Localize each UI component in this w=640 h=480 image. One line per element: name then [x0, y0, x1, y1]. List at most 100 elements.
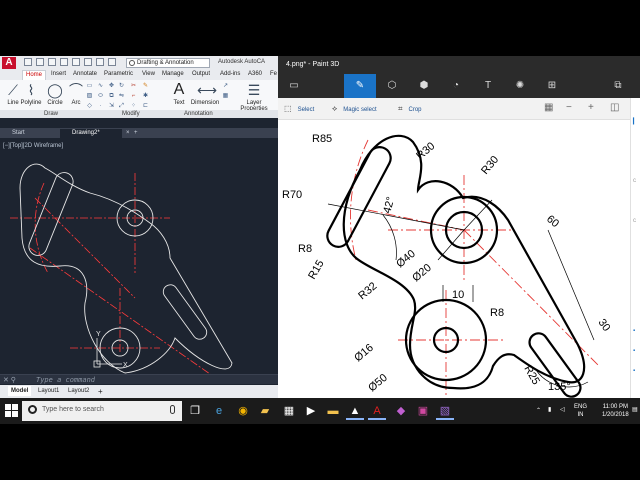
volume-icon[interactable]: ◁: [560, 406, 565, 413]
tab-addins[interactable]: Add-ins: [220, 71, 240, 77]
text-tool-icon[interactable]: T: [472, 74, 504, 98]
grid-icon[interactable]: ▦: [544, 102, 553, 113]
command-input[interactable]: Type a command: [36, 376, 95, 384]
share-icon[interactable]: [108, 58, 116, 66]
file-explorer-icon[interactable]: ▰: [256, 402, 274, 420]
array-icon[interactable]: ⁘: [130, 103, 137, 110]
point-icon[interactable]: ·: [97, 103, 104, 110]
tab-home[interactable]: Home: [22, 70, 47, 80]
tab-view[interactable]: View: [142, 71, 155, 77]
microphone-icon[interactable]: [170, 405, 175, 414]
drawing-tab[interactable]: Drawing2*: [60, 129, 122, 138]
fit-icon[interactable]: ◫: [610, 102, 619, 113]
clock[interactable]: 11:00 PM 1/20/2018: [602, 403, 629, 419]
table-icon[interactable]: ▦: [222, 93, 229, 100]
redo-icon[interactable]: [96, 58, 104, 66]
app-icon[interactable]: ▣: [414, 402, 432, 420]
paint3d-side-panel[interactable]: ▎ c c ▪ ▪ ▪: [630, 98, 640, 398]
mirror-icon[interactable]: ⇋: [118, 93, 125, 100]
select-button[interactable]: ⬚ Select: [284, 104, 314, 113]
tab-parametric[interactable]: Parametric: [104, 71, 133, 77]
tab-a360[interactable]: A360: [248, 71, 262, 77]
autocad-taskbar-icon[interactable]: A: [368, 402, 386, 420]
2d-shapes-icon[interactable]: ⬡: [376, 74, 408, 98]
autocad-drawing-area[interactable]: Y X: [0, 138, 278, 374]
canvas-icon[interactable]: ⊞: [536, 74, 568, 98]
tab-output[interactable]: Output: [192, 71, 210, 77]
rotate-icon[interactable]: ↻: [118, 83, 125, 90]
rectangle-icon[interactable]: ▭: [86, 83, 93, 90]
save-icon[interactable]: [48, 58, 56, 66]
edge-icon[interactable]: e: [210, 402, 228, 420]
plot-icon[interactable]: [72, 58, 80, 66]
leader-icon[interactable]: ↗: [222, 83, 229, 90]
stretch-icon[interactable]: ⇲: [108, 103, 115, 110]
zoom-in-icon[interactable]: +: [588, 102, 594, 113]
layout1-tab[interactable]: Layout1: [38, 388, 59, 394]
fillet-icon[interactable]: ⌐: [130, 93, 137, 100]
copy-icon[interactable]: ⧉: [108, 93, 115, 100]
effects-icon[interactable]: ✺: [504, 74, 536, 98]
ellipse-icon[interactable]: ⬭: [97, 93, 104, 100]
side-item[interactable]: ▪: [633, 328, 635, 334]
tab-featured[interactable]: Fe: [270, 71, 277, 77]
side-item[interactable]: ▪: [633, 368, 635, 374]
stickers-icon[interactable]: ◔: [440, 74, 472, 98]
spline-icon[interactable]: ∿: [97, 83, 104, 90]
task-view-icon[interactable]: ❐: [186, 402, 204, 420]
paint-icon[interactable]: ▧: [436, 402, 454, 420]
media-icon[interactable]: ▶: [302, 402, 320, 420]
draw-panel-label[interactable]: Draw: [44, 111, 58, 117]
text-button[interactable]: A Text: [166, 82, 192, 107]
scale-icon[interactable]: ⤢: [118, 103, 125, 110]
hatch-icon[interactable]: ▨: [86, 93, 93, 100]
paint3d-canvas[interactable]: R85 R30 R30 R70 42° 60 R8 Ø40 R15 Ø20 10…: [278, 120, 630, 398]
layout2-tab[interactable]: Layout2: [68, 388, 89, 394]
annotation-panel-label[interactable]: Annotation: [184, 111, 213, 117]
add-layout-icon[interactable]: +: [98, 387, 103, 396]
tab-manage[interactable]: Manage: [162, 71, 184, 77]
explode-icon[interactable]: ✱: [142, 93, 149, 100]
erase-icon[interactable]: ✎: [142, 83, 149, 90]
folder-icon[interactable]: ▬: [324, 402, 342, 420]
photos-icon[interactable]: ▲: [346, 402, 364, 420]
magic-select-button[interactable]: ⟡ Magic select: [332, 104, 377, 114]
command-close-icon[interactable]: ✕ ⚲: [3, 376, 16, 384]
3d-shapes-icon[interactable]: ⬢: [408, 74, 440, 98]
layer-properties-button[interactable]: ☰ Layer Properties: [238, 82, 270, 112]
modify-panel-label[interactable]: Modify: [122, 111, 140, 117]
chrome-icon[interactable]: ◉: [234, 402, 252, 420]
undo-icon[interactable]: [84, 58, 92, 66]
chevron-up-icon[interactable]: ⌃: [536, 407, 541, 414]
dimension-button[interactable]: ⟷ Dimension: [190, 82, 220, 106]
model-tab[interactable]: Model: [8, 386, 32, 396]
tab-annotate[interactable]: Annotate: [73, 71, 97, 77]
taskbar-search-box[interactable]: Type here to search: [22, 401, 182, 421]
offset-icon[interactable]: ⊏: [142, 103, 149, 110]
paint3d-taskbar-icon[interactable]: ◆: [392, 402, 410, 420]
save-as-icon[interactable]: [60, 58, 68, 66]
new-tab-icon[interactable]: +: [132, 129, 142, 138]
crop-button[interactable]: ⌗ Crop: [398, 104, 422, 114]
command-line[interactable]: ✕ ⚲ Type a command: [0, 374, 278, 384]
side-item[interactable]: ▎: [633, 118, 638, 125]
start-tab[interactable]: Start: [0, 129, 58, 138]
network-icon[interactable]: ▮: [548, 406, 551, 413]
move-icon[interactable]: ✥: [108, 83, 115, 90]
side-item[interactable]: c: [633, 178, 636, 184]
workspace-dropdown[interactable]: Drafting & Annotation: [126, 58, 210, 68]
language-indicator[interactable]: ENG IN: [574, 403, 587, 419]
tab-insert[interactable]: Insert: [51, 71, 66, 77]
region-icon[interactable]: ◇: [86, 103, 93, 110]
trim-icon[interactable]: ✂: [130, 83, 137, 90]
polyline-button[interactable]: ⌇ Polyline: [18, 82, 44, 106]
side-item[interactable]: ▪: [633, 348, 635, 354]
autocad-logo-icon[interactable]: A: [2, 57, 16, 69]
notifications-icon[interactable]: ▤: [632, 406, 638, 413]
calculator-icon[interactable]: ▦: [280, 402, 298, 420]
side-item[interactable]: c: [633, 218, 636, 224]
brushes-icon[interactable]: ✎: [344, 74, 376, 98]
menu-icon[interactable]: ▭: [278, 74, 310, 98]
paste-icon[interactable]: ⧉: [602, 74, 634, 98]
zoom-out-icon[interactable]: −: [566, 102, 572, 113]
